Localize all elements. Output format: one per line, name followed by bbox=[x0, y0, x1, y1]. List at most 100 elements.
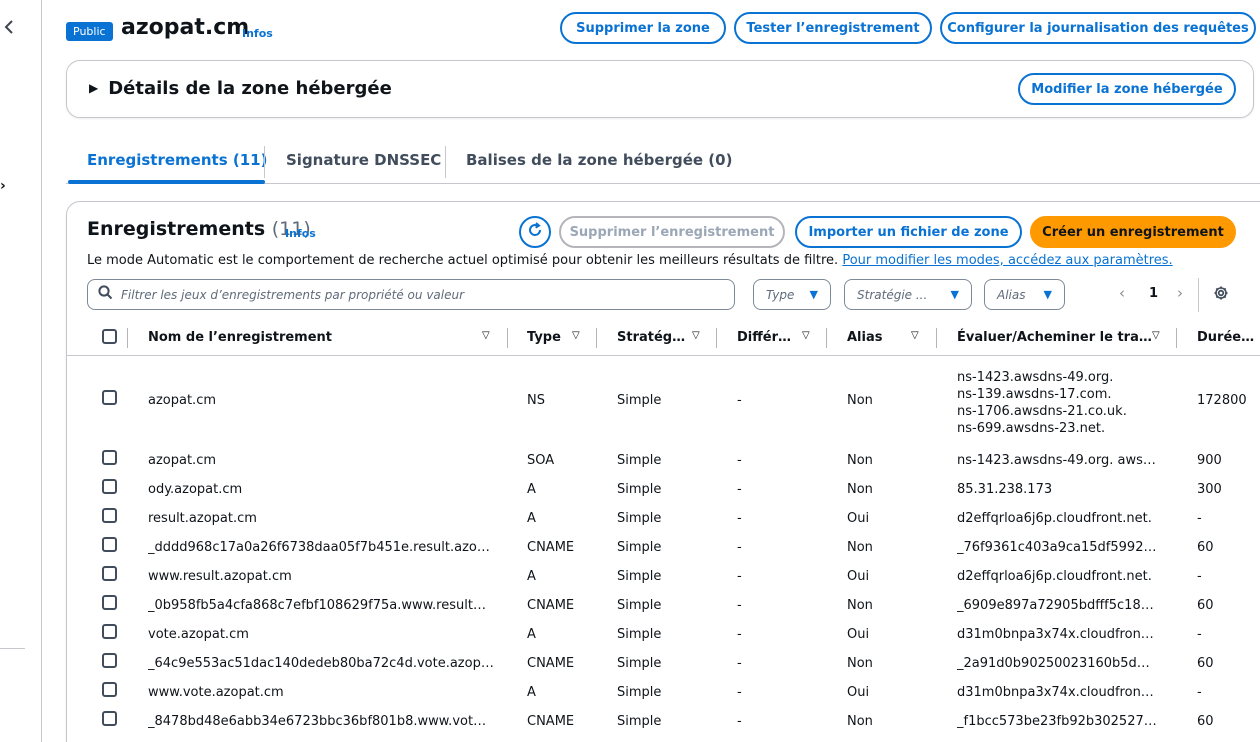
sort-icon[interactable]: ▽ bbox=[802, 330, 810, 341]
cell-name: result.azopat.cm bbox=[148, 511, 257, 526]
alias-filter-label: Alias bbox=[997, 287, 1026, 302]
page-number[interactable]: 1 bbox=[1149, 286, 1158, 301]
cell-ttl: 60 bbox=[1197, 656, 1214, 671]
column-header-strategy[interactable]: Stratég… bbox=[617, 330, 685, 345]
row-checkbox[interactable] bbox=[102, 595, 117, 610]
cell-name: www.result.azopat.cm bbox=[148, 569, 292, 584]
tab-tags[interactable]: Balises de la zone hébergée (0) bbox=[466, 151, 732, 169]
cell-ttl: - bbox=[1197, 511, 1202, 526]
strategy-filter-select[interactable]: Stratégie ... ▼ bbox=[844, 279, 972, 310]
column-header-value[interactable]: Évaluer/Acheminer le tra… bbox=[957, 330, 1152, 345]
cell-differentiator: - bbox=[737, 569, 742, 584]
chevron-left-icon[interactable]: ‹ bbox=[1119, 284, 1125, 302]
column-header-alias[interactable]: Alias bbox=[847, 330, 882, 345]
row-checkbox[interactable] bbox=[102, 653, 117, 668]
cell-alias: Non bbox=[847, 540, 873, 555]
column-divider bbox=[127, 328, 128, 348]
select-all-checkbox[interactable] bbox=[102, 329, 117, 344]
refresh-icon bbox=[527, 222, 543, 242]
value-line: ns-139.awsdns-17.com. bbox=[957, 387, 1112, 402]
table-row[interactable]: vote.azopat.cm A Simple - Oui d31m0bnpa3x74x.… bbox=[67, 621, 1260, 650]
cell-name: _8478bd48e6abb34e6723bbc36bf801b8.www.vo… bbox=[148, 714, 487, 729]
table-row[interactable]: _64c9e553ac51dac140dedeb80ba72c4d.vote.a… bbox=[67, 650, 1260, 679]
import-zone-file-button[interactable]: Importer un fichier de zone bbox=[795, 216, 1022, 248]
cell-strategy: Simple bbox=[617, 656, 662, 671]
edit-hosted-zone-button[interactable]: Modifier la zone hébergée bbox=[1018, 73, 1236, 105]
cell-strategy: Simple bbox=[617, 540, 662, 555]
table-row[interactable]: result.azopat.cm A Simple - Oui d2effqrloa6j6… bbox=[67, 505, 1260, 534]
strategy-filter-label: Stratégie ... bbox=[857, 287, 928, 302]
row-checkbox[interactable] bbox=[102, 450, 117, 465]
gear-icon[interactable] bbox=[1213, 285, 1229, 305]
chevron-right-icon[interactable]: › bbox=[1177, 284, 1183, 302]
cell-strategy: Simple bbox=[617, 685, 662, 700]
hosted-zone-details-panel: ▶ Détails de la zone hébergée Modifier la… bbox=[66, 60, 1254, 118]
info-link[interactable]: Infos bbox=[242, 27, 273, 40]
cell-value: _f1bcc573be23fb92b302527… bbox=[957, 714, 1157, 729]
row-checkbox[interactable] bbox=[102, 537, 117, 552]
cell-type: A bbox=[527, 627, 536, 642]
cell-name: www.vote.azopat.cm bbox=[148, 685, 284, 700]
test-record-button[interactable]: Tester l’enregistrement bbox=[734, 12, 932, 44]
column-header-name[interactable]: Nom de l’enregistrement bbox=[148, 330, 332, 345]
cell-strategy: Simple bbox=[617, 393, 662, 408]
cell-value: d31m0bnpa3x74x.cloudfron… bbox=[957, 627, 1154, 642]
cell-alias: Non bbox=[847, 393, 873, 408]
table-row[interactable]: azopat.cm NS Simple - Non ns-1423.awsdns-49.o… bbox=[67, 357, 1260, 447]
row-checkbox[interactable] bbox=[102, 711, 117, 726]
cell-type: NS bbox=[527, 393, 545, 408]
tab-records[interactable]: Enregistrements (11) bbox=[87, 151, 267, 169]
row-checkbox[interactable] bbox=[102, 682, 117, 697]
settings-link[interactable]: Pour modifier les modes, accédez aux par… bbox=[842, 253, 1172, 268]
row-checkbox[interactable] bbox=[102, 479, 117, 494]
cell-strategy: Simple bbox=[617, 598, 662, 613]
alias-filter-select[interactable]: Alias ▼ bbox=[984, 279, 1065, 310]
row-checkbox[interactable] bbox=[102, 566, 117, 581]
chevron-left-icon[interactable] bbox=[4, 18, 14, 39]
sort-icon[interactable]: ▽ bbox=[692, 330, 700, 341]
sort-icon[interactable]: ▽ bbox=[572, 330, 580, 341]
column-header-differentiator[interactable]: Différ… bbox=[737, 330, 791, 345]
value-line: ns-1423.awsdns-49.org. bbox=[957, 370, 1114, 385]
tab-dnssec[interactable]: Signature DNSSEC bbox=[286, 151, 441, 169]
table-row[interactable]: _8478bd48e6abb34e6723bbc36bf801b8.www.vo… bbox=[67, 708, 1260, 737]
filter-search-input[interactable]: Filtrer les jeux d’enregistrements par p… bbox=[87, 279, 735, 310]
column-header-ttl[interactable]: Durée… bbox=[1197, 330, 1254, 345]
create-record-button[interactable]: Créer un enregistrement bbox=[1030, 216, 1236, 248]
row-checkbox[interactable] bbox=[102, 624, 117, 639]
cell-name: azopat.cm bbox=[148, 393, 217, 408]
column-divider bbox=[936, 328, 937, 348]
sort-icon[interactable]: ▽ bbox=[911, 330, 919, 341]
delete-zone-button[interactable]: Supprimer la zone bbox=[560, 12, 726, 44]
table-row[interactable]: www.vote.azopat.cm A Simple - Oui d31m0bnpa3x… bbox=[67, 679, 1260, 708]
table-row[interactable]: ody.azopat.cm A Simple - Non 85.31.238.173 300 bbox=[67, 476, 1260, 505]
delete-record-button[interactable]: Supprimer l’enregistrement bbox=[559, 216, 785, 248]
cell-name: vote.azopat.cm bbox=[148, 627, 249, 642]
row-checkbox[interactable] bbox=[102, 508, 117, 523]
rail-divider bbox=[0, 648, 25, 649]
cell-value: 85.31.238.173 bbox=[957, 482, 1053, 497]
table-row[interactable]: _0b958fb5a4cfa868c7efbf108629f75a.www.re… bbox=[67, 592, 1260, 621]
row-checkbox[interactable] bbox=[102, 390, 117, 405]
refresh-button[interactable] bbox=[519, 216, 551, 248]
cell-alias: Non bbox=[847, 482, 873, 497]
details-toggle[interactable]: ▶ Détails de la zone hébergée bbox=[89, 78, 392, 99]
column-header-type[interactable]: Type bbox=[527, 330, 561, 345]
table-row[interactable]: azopat.cm SOA Simple - Non ns-1423.awsdns-49.… bbox=[67, 447, 1260, 476]
type-filter-select[interactable]: Type ▼ bbox=[753, 279, 831, 310]
column-divider bbox=[1176, 328, 1177, 348]
configure-logging-button[interactable]: Configurer la journalisation des requête… bbox=[940, 12, 1256, 44]
cell-strategy: Simple bbox=[617, 482, 662, 497]
cell-ttl: - bbox=[1197, 569, 1202, 584]
table-row[interactable]: www.result.azopat.cm A Simple - Oui d2effqrlo… bbox=[67, 563, 1260, 592]
records-info-link[interactable]: Infos bbox=[285, 227, 316, 240]
cell-alias: Non bbox=[847, 598, 873, 613]
cell-value: _2a91d0b90250023160b5d… bbox=[957, 656, 1150, 671]
value-line: ns-1706.awsdns-21.co.uk. bbox=[957, 404, 1127, 419]
sort-icon[interactable]: ▽ bbox=[482, 330, 490, 341]
caret-down-icon: ▼ bbox=[809, 288, 818, 301]
sort-icon[interactable]: ▽ bbox=[1152, 330, 1160, 341]
cell-strategy: Simple bbox=[617, 511, 662, 526]
table-row[interactable]: _dddd968c17a0a26f6738daa05f7b451e.result… bbox=[67, 534, 1260, 563]
caret-down-icon: ▼ bbox=[1043, 288, 1052, 301]
